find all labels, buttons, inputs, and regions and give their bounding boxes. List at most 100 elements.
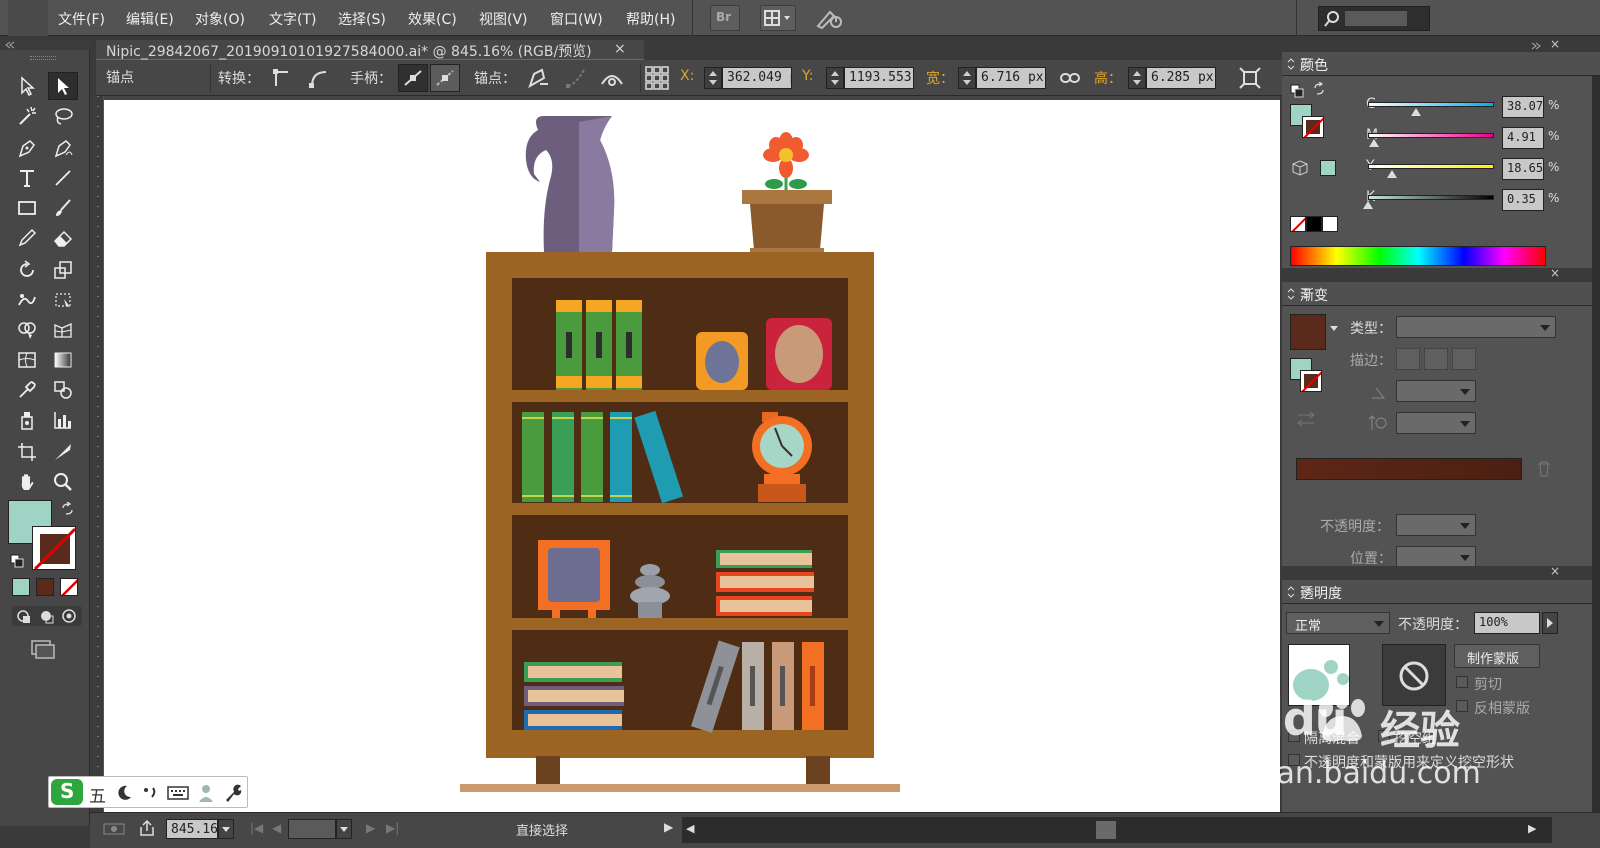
cyan-slider[interactable]: [1368, 102, 1494, 107]
user-skin-icon[interactable]: [197, 783, 215, 803]
stroke-across-button[interactable]: [1452, 348, 1476, 370]
ime-toolbar[interactable]: S 五: [48, 776, 248, 808]
menu-help[interactable]: 帮助(H): [626, 9, 675, 29]
gradient-stroke-swatch[interactable]: [1300, 370, 1322, 392]
pen-tool[interactable]: [12, 134, 42, 162]
panel-menu-icon[interactable]: ☰: [1300, 56, 1592, 70]
yellow-slider[interactable]: [1368, 164, 1494, 169]
color-spectrum-bar[interactable]: [1290, 246, 1546, 266]
gradient-preset-chevron-icon[interactable]: [1330, 326, 1338, 335]
panel-menu-icon[interactable]: ☰: [1300, 584, 1592, 598]
warp-tool[interactable]: [12, 286, 42, 314]
eyedropper-tool[interactable]: [12, 376, 42, 404]
punctuation-icon[interactable]: [141, 784, 159, 802]
menu-type[interactable]: 文字(T): [269, 9, 316, 29]
close-dock-icon[interactable]: ×: [1550, 37, 1560, 51]
rotate-tool[interactable]: [12, 256, 42, 284]
wrench-icon[interactable]: [223, 783, 243, 803]
gamut-swatch[interactable]: [1320, 160, 1336, 176]
direct-selection-tool[interactable]: [48, 72, 78, 100]
width-stepper[interactable]: [958, 67, 976, 89]
zoom-level-input[interactable]: 845.16: [166, 819, 218, 839]
color-mode-button[interactable]: [12, 578, 30, 596]
gradient-opacity-select[interactable]: [1396, 514, 1476, 536]
perspective-grid-tool[interactable]: [48, 316, 78, 344]
rectangle-tool[interactable]: [12, 194, 42, 222]
artboard-tool[interactable]: [12, 438, 42, 466]
stroke-swatch[interactable]: [32, 526, 76, 570]
column-graph-tool[interactable]: [48, 406, 78, 434]
none-color-chip[interactable]: [1290, 216, 1306, 232]
draw-behind-icon[interactable]: [37, 607, 57, 625]
gradient-type-select[interactable]: [1396, 316, 1556, 338]
artboard-number-input[interactable]: [288, 819, 336, 839]
gradient-panel-header[interactable]: 渐变 ☰: [1282, 282, 1600, 306]
gpu-status-icon[interactable]: [102, 821, 126, 837]
reference-point-button[interactable]: [644, 64, 670, 92]
slice-tool[interactable]: [48, 438, 78, 466]
default-colors-button[interactable]: [10, 554, 24, 568]
draw-normal-icon[interactable]: [14, 607, 34, 625]
lasso-tool[interactable]: [48, 102, 78, 130]
magenta-slider-thumb[interactable]: [1369, 139, 1380, 147]
reverse-gradient-icon[interactable]: [1296, 410, 1316, 428]
scroll-right-icon[interactable]: ▶: [1528, 822, 1536, 835]
make-mask-button[interactable]: 制作蒙版: [1454, 644, 1540, 668]
constrain-proportions-button[interactable]: [1058, 66, 1082, 90]
gradient-slider-bar[interactable]: [1296, 458, 1522, 480]
arrange-documents-button[interactable]: [760, 5, 796, 31]
convert-smooth-button[interactable]: [304, 64, 332, 92]
scrollbar-thumb[interactable]: [1096, 821, 1116, 839]
transform-button[interactable]: [1236, 64, 1264, 92]
moon-halfwidth-icon[interactable]: [115, 784, 133, 802]
close-dock-icon[interactable]: ×: [1550, 564, 1560, 578]
y-stepper[interactable]: [826, 67, 844, 89]
mask-knockout-shape-checkbox[interactable]: [1288, 754, 1300, 766]
hand-tool[interactable]: [12, 468, 42, 496]
gradient-mode-button[interactable]: [36, 578, 54, 596]
line-tool[interactable]: [48, 164, 78, 192]
magic-wand-tool[interactable]: [12, 102, 42, 130]
clip-checkbox[interactable]: [1456, 676, 1468, 688]
yellow-slider-thumb[interactable]: [1386, 170, 1397, 178]
none-mode-button[interactable]: [60, 578, 78, 596]
last-artboard-icon[interactable]: ▶|: [386, 821, 399, 835]
black-value-input[interactable]: 0.35: [1502, 189, 1544, 211]
black-color-chip[interactable]: [1306, 216, 1322, 232]
y-input[interactable]: 1193.553: [844, 67, 914, 89]
screen-mode-button[interactable]: [28, 638, 58, 660]
horizontal-scrollbar[interactable]: ◀ ▶: [682, 817, 1552, 843]
gradient-position-select[interactable]: [1396, 546, 1476, 568]
magenta-value-input[interactable]: 4.91: [1502, 127, 1544, 149]
bookshelf-artwork[interactable]: [104, 100, 1280, 812]
opacity-mask-thumbnail[interactable]: [1382, 644, 1446, 706]
panel-menu-icon[interactable]: ☰: [1300, 286, 1592, 300]
gradient-tool[interactable]: [48, 346, 78, 374]
transparency-panel-header[interactable]: 透明度 ☰: [1282, 580, 1600, 604]
menu-view[interactable]: 视图(V): [479, 9, 528, 29]
curvature-tool[interactable]: [48, 134, 78, 162]
vertical-ruler[interactable]: [90, 96, 104, 812]
cyan-value-input[interactable]: 38.07: [1502, 96, 1544, 118]
collapse-dock-icon[interactable]: [1530, 42, 1542, 50]
cyan-slider-thumb[interactable]: [1410, 108, 1421, 116]
out-of-gamut-cube-icon[interactable]: [1292, 160, 1308, 176]
swap-arrows-icon[interactable]: [1312, 82, 1326, 96]
cut-path-button[interactable]: [598, 64, 626, 92]
next-artboard-icon[interactable]: ▶: [366, 821, 375, 835]
paintbrush-tool[interactable]: [48, 194, 78, 222]
transparency-opacity-input[interactable]: 100%: [1474, 612, 1540, 634]
ime-mode-label[interactable]: 五: [89, 782, 106, 807]
gradient-aspect-select[interactable]: [1396, 412, 1476, 434]
white-color-chip[interactable]: [1322, 216, 1338, 232]
gpu-performance-button[interactable]: [812, 6, 846, 32]
delete-stop-trash-icon[interactable]: [1536, 460, 1552, 478]
document-tab[interactable]: Nipic_29842067_20190910101927584000.ai* …: [96, 40, 644, 60]
pencil-tool[interactable]: [12, 224, 42, 252]
remove-anchor-button[interactable]: [524, 64, 552, 92]
hide-handles-button[interactable]: [430, 64, 460, 92]
selection-tool[interactable]: [12, 72, 42, 100]
width-input[interactable]: 6.716 px: [976, 67, 1046, 89]
search-field[interactable]: [1318, 6, 1430, 31]
stroke-along-button[interactable]: [1424, 348, 1448, 370]
